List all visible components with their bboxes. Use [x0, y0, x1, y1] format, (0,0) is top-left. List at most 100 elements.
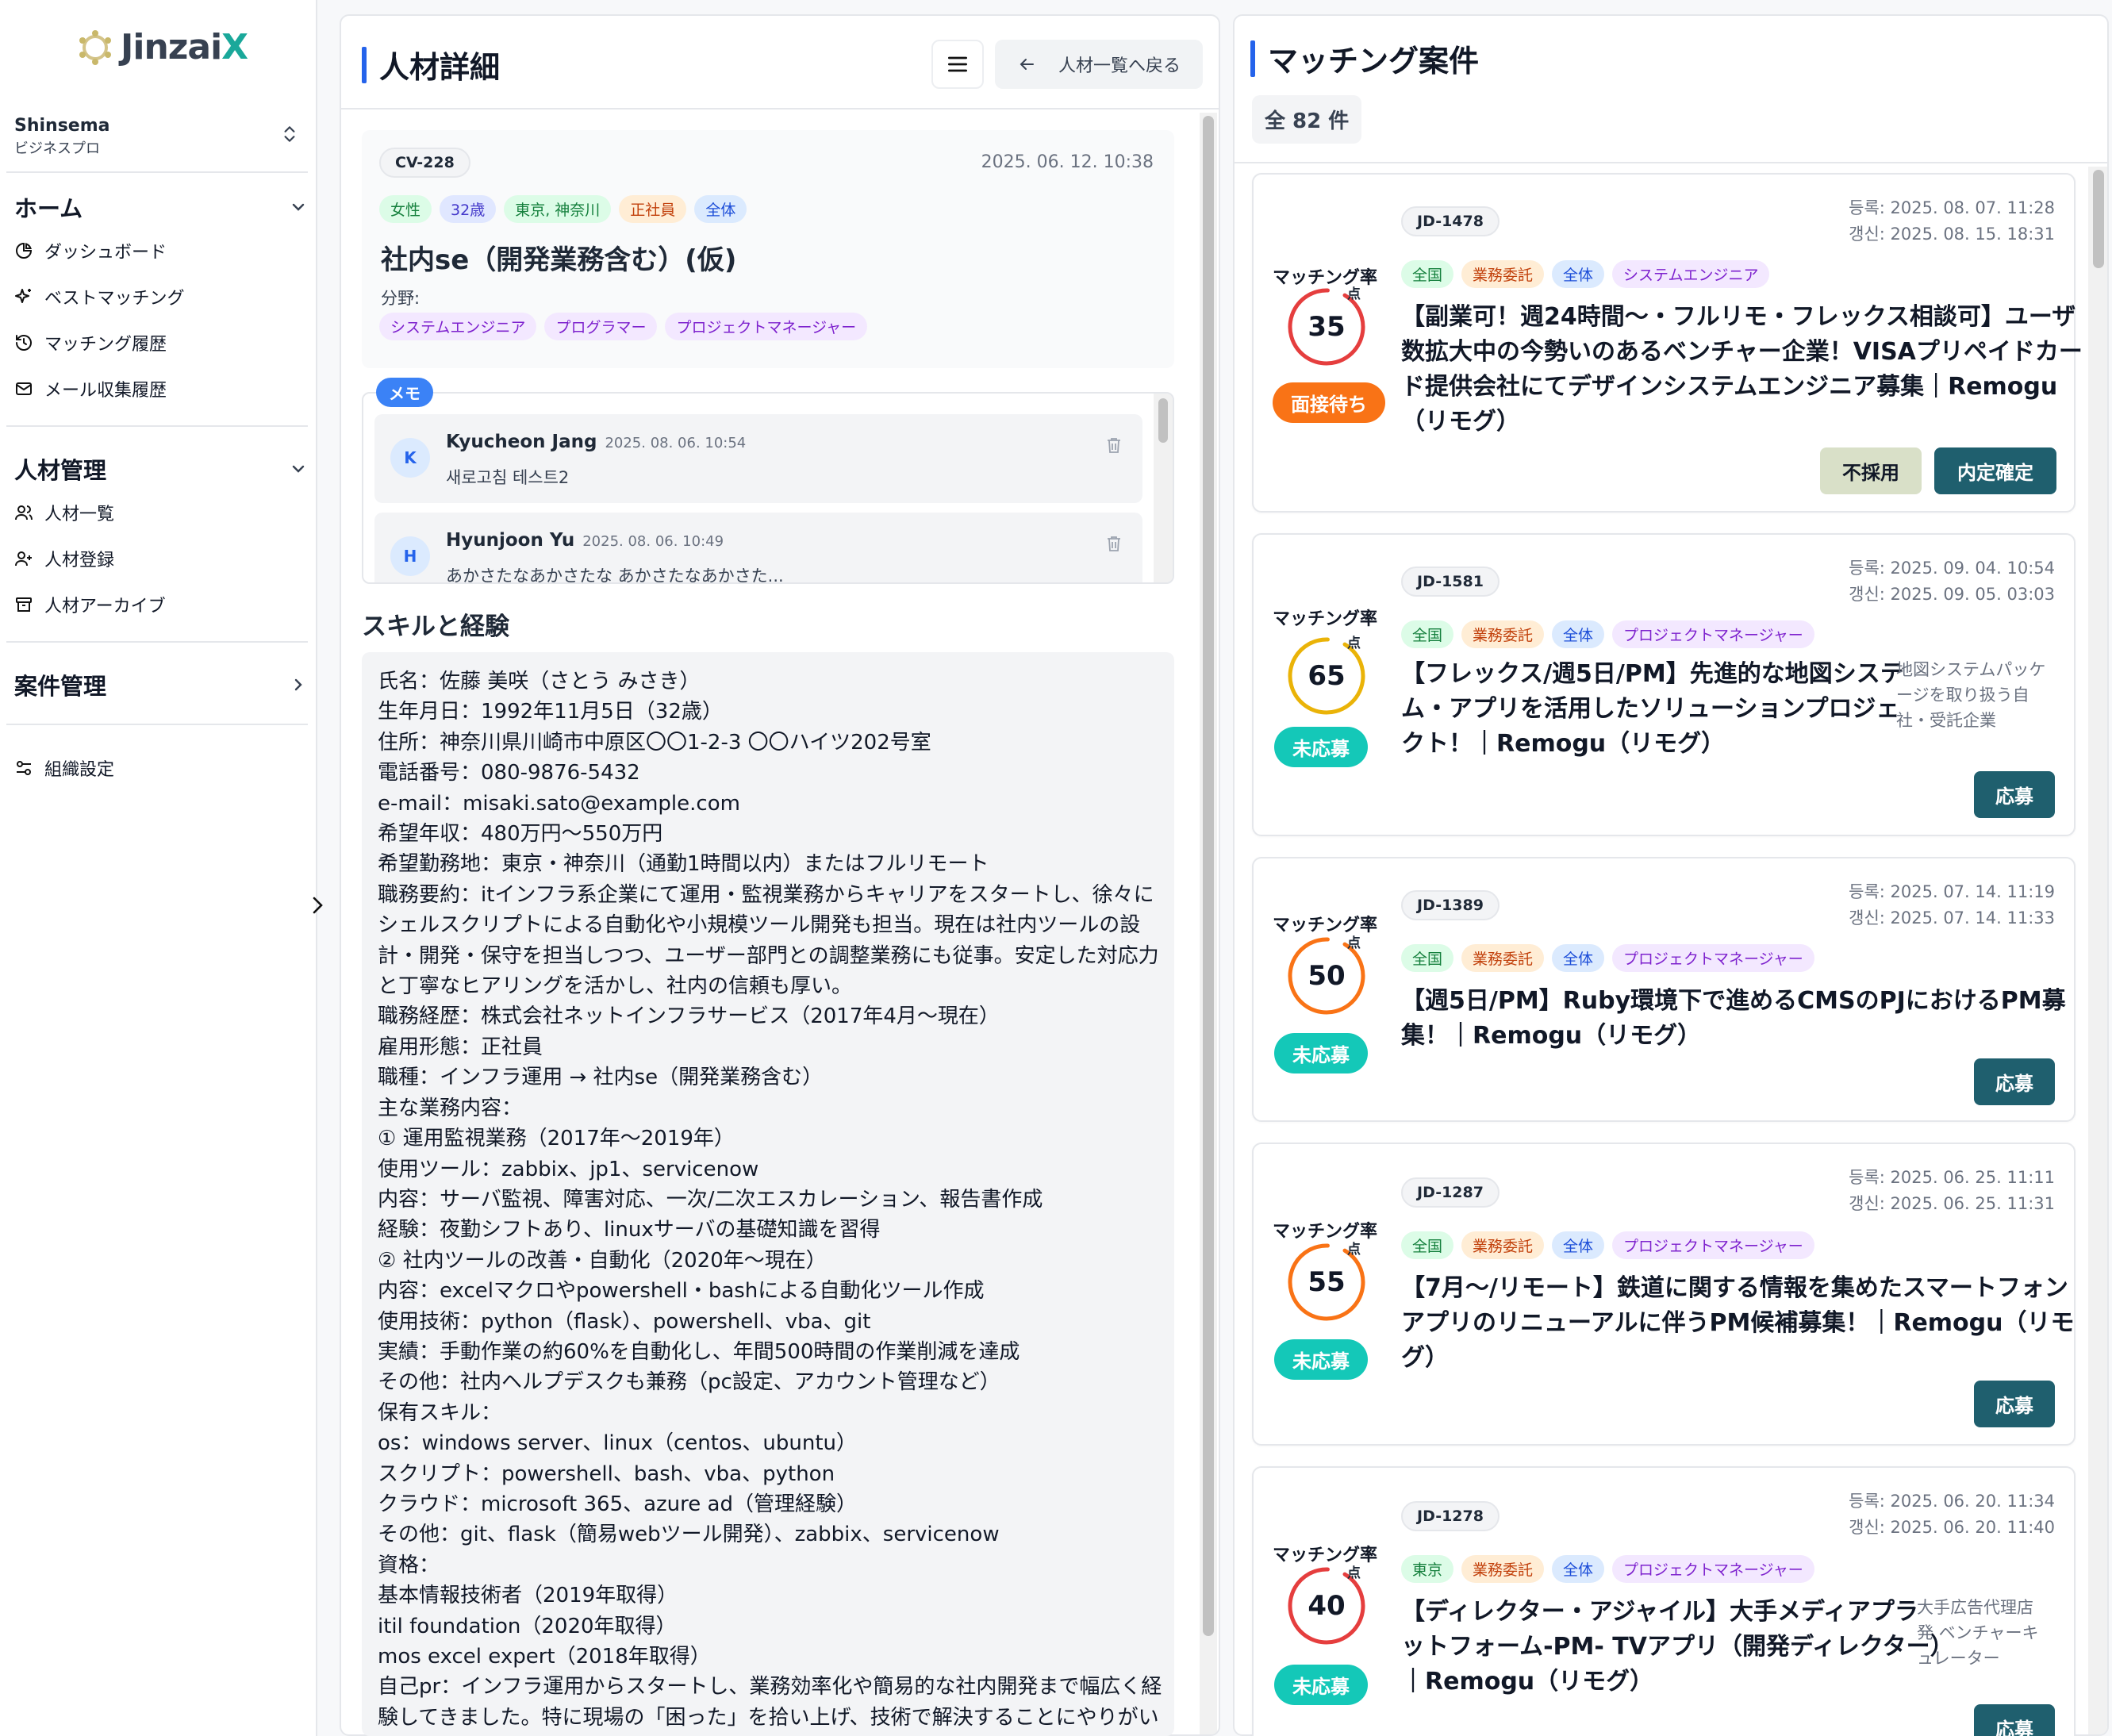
updated-date: 갱신: 2025. 06. 20. 11:40	[1849, 1518, 2055, 1537]
chevron-up-down-icon[interactable]	[279, 124, 300, 144]
job-dates: 등록: 2025. 08. 07. 11:28 갱신: 2025. 08. 15.…	[1849, 195, 2055, 248]
nav-label: ベストマッチング	[44, 289, 185, 309]
memo-author: Kyucheon Jang 2025. 08. 06. 10:54	[446, 432, 747, 452]
section-home[interactable]: ホーム	[14, 190, 308, 224]
nav-label: メール収集履歴	[44, 381, 167, 401]
job-card[interactable]: マッチング率 35 点 面接待ち JD-1478 등록: 2025. 08. 07.…	[1252, 173, 2083, 513]
point-unit: 点	[1347, 1242, 1361, 1258]
job-tags: 全国 業務委託 全体 プロジェクトマネージャー	[1401, 620, 1822, 648]
nav-matching-history[interactable]: マッチング履歴	[14, 330, 167, 355]
nav-talent-register[interactable]: 人材登録	[14, 546, 114, 571]
scrollbar-track[interactable]	[2088, 167, 2107, 1734]
skills-line: 住所：神奈川県川崎市中原区〇〇1-2-3 〇〇ハイツ202号室	[378, 730, 931, 755]
memo-scrollbar-thumb[interactable]	[1158, 398, 1168, 443]
divider	[6, 425, 308, 427]
job-title-line: 集！｜Remogu（リモグ）	[1401, 1022, 1702, 1050]
memo-time: 2025. 08. 06. 10:49	[582, 533, 724, 550]
job-tag: 業務委託	[1461, 1231, 1545, 1259]
job-title-line: （リモグ）	[1401, 408, 1520, 436]
apply-button[interactable]: 応募	[1974, 1381, 2055, 1427]
apply-button[interactable]: 応募	[1974, 1058, 2055, 1105]
sidebar-collapse-icon[interactable]	[308, 892, 327, 919]
menu-button[interactable]	[931, 40, 984, 89]
job-dates: 등록: 2025. 06. 20. 11:34 갱신: 2025. 06. 20.…	[1849, 1488, 2055, 1541]
skills-line: 希望勤務地：東京・神奈川（通勤1時間以内）またはフルリモート	[378, 852, 989, 877]
job-tags: 全国 業務委託 全体 プロジェクトマネージャー	[1401, 944, 1822, 972]
job-tag: 業務委託	[1461, 1555, 1545, 1583]
registered-date: 등록: 2025. 06. 20. 11:34	[1849, 1492, 2055, 1511]
nav-mail-history[interactable]: メール収集履歴	[14, 376, 167, 401]
field-tags: システムエンジニア プログラマー プロジェクトマネージャー	[379, 313, 875, 340]
nav-label: マッチング履歴	[44, 335, 167, 355]
app-logo[interactable]: JinzaiX	[76, 27, 248, 67]
nav-dashboard[interactable]: ダッシュボード	[14, 238, 167, 263]
job-title[interactable]: 【7月〜/リモート】鉄道に関する情報を集めたスマートフォン アプリのリニューアルに…	[1401, 1271, 2075, 1376]
skills-line: 内容：サーバ監視、障害対応、一次/二次エスカレーション、報告書作成	[378, 1187, 1043, 1212]
reject-button[interactable]: 不採用	[1820, 447, 1922, 494]
org-plan: ビジネスプロ	[14, 140, 100, 157]
skills-line: 保有スキル：	[378, 1400, 502, 1425]
trash-icon[interactable]	[1104, 435, 1123, 455]
company-line: 発 ベンチャーキ	[1917, 1623, 2039, 1642]
status-badge: 未応募	[1274, 1339, 1368, 1380]
skills-line: 職種：インフラ運用 → 社内se（開発業務含む）	[378, 1066, 824, 1090]
job-title[interactable]: 【フレックス/週5日/PM】先進的な地図システ ム・アプリを活用したソリューション…	[1401, 657, 1904, 762]
tag-field: システムエンジニア	[379, 313, 537, 340]
settings-sliders-icon	[17, 761, 31, 775]
job-title[interactable]: 【ディレクター・アジャイル】大手メディアプラ ットフォーム-PM- TVアプリ（開…	[1401, 1595, 1954, 1700]
tag-field: プログラマー	[544, 313, 658, 340]
company-description: 大手広告代理店発 ベンチャーキ ュレーター	[1917, 1595, 2038, 1671]
skills-line: 氏名：佐藤 美咲（さとう みさき）	[378, 670, 701, 693]
nav-talent-list[interactable]: 人材一覧	[14, 500, 114, 525]
nav-best-matching[interactable]: ベストマッチング	[14, 284, 184, 309]
company-description: 地図システムパッケ ージを取り扱う自 社・受託企業	[1896, 657, 2045, 733]
nav-org-settings[interactable]: 組織設定	[14, 755, 114, 781]
job-title-line: 【ディレクター・アジャイル】大手メディアプラ	[1401, 1598, 1918, 1626]
job-tag: 東京	[1401, 1555, 1454, 1583]
job-title[interactable]: 【週5日/PM】Ruby環境下で進めるCMSのPJにおけるPM募 集！｜Remog…	[1401, 984, 2066, 1054]
memo-author: Hyunjoon Yu 2025. 08. 06. 10:49	[446, 530, 724, 551]
tag-field: プロジェクトマネージャー	[665, 313, 868, 340]
job-card[interactable]: マッチング率 40 点 未応募 JD-1278 등록: 2025. 06. 20. …	[1252, 1466, 2076, 1736]
apply-button[interactable]: 応募	[1974, 1704, 2055, 1736]
point-unit: 点	[1347, 935, 1361, 951]
tag-age: 32歳	[440, 195, 497, 223]
job-tags: 全国 業務委託 全体 システムエンジニア	[1401, 260, 1777, 288]
skills-line: 資格：	[378, 1553, 440, 1577]
status-badge: 面接待ち	[1273, 382, 1385, 423]
job-tag: 業務委託	[1461, 944, 1545, 972]
title-accent-bar	[362, 46, 367, 83]
trash-icon[interactable]	[1104, 533, 1123, 554]
updated-date: 갱신: 2025. 06. 25. 11:31	[1849, 1194, 2055, 1213]
nav-talent-archive[interactable]: 人材アーカイブ	[14, 592, 166, 617]
job-card[interactable]: マッチング率 50 点 未応募 JD-1389 등록: 2025. 07. 14. …	[1252, 857, 2076, 1122]
offer-confirm-button[interactable]: 内定確定	[1934, 447, 2056, 494]
job-title-line: アプリのリニューアルに伴うPM候補募集！｜Remogu（リモ	[1401, 1309, 2075, 1337]
job-title-line: 【7月〜/リモート】鉄道に関する情報を集めたスマートフォン	[1401, 1274, 2068, 1302]
memo-badge: メモ	[376, 378, 433, 407]
job-title-line: ｜Remogu（リモグ）	[1401, 1668, 1654, 1696]
scrollbar-thumb[interactable]	[1203, 116, 1214, 1636]
apply-button[interactable]: 応募	[1974, 771, 2055, 818]
chevron-down-icon	[292, 465, 305, 473]
job-title-line: 数拡大中の今勢いのあるベンチャー企業！VISAプリペイドカー	[1401, 338, 2083, 366]
skills-line: 使用技術：python（flask）、powershell、vba、git	[378, 1309, 871, 1334]
job-card[interactable]: マッチング率 65 点 未応募 JD-1581 등록: 2025. 09. 04. …	[1252, 533, 2076, 836]
org-switcher[interactable]: Shinsema ビジネスプロ	[14, 116, 300, 158]
updated-date: 갱신: 2025. 07. 14. 11:33	[1849, 908, 2055, 928]
skills-line: クラウド：microsoft 365、azure ad（管理経験）	[378, 1492, 857, 1516]
skills-line: シェルスクリプトによる自動化や小規模ツール開発も担当。現在は社内ツールの設	[378, 913, 1141, 938]
job-id: JD-1389	[1401, 890, 1500, 920]
job-card[interactable]: マッチング率 55 点 未応募 JD-1287 등록: 2025. 06. 25. …	[1252, 1143, 2076, 1446]
section-talent[interactable]: 人材管理	[14, 452, 308, 486]
point-unit: 点	[1347, 286, 1361, 302]
matching-score-ring: 50 点	[1285, 935, 1368, 1017]
job-title[interactable]: 【副業可！週24時間〜・フルリモ・フレックス相談可】ユーザ 数拡大中の今勢いのある…	[1401, 300, 2083, 440]
skills-line: 経験：夜勤シフトあり、linuxサーバの基礎知識を習得	[378, 1218, 881, 1242]
page-title: 人材詳細	[362, 43, 500, 86]
back-to-list-button[interactable]: 人材一覧へ戻る	[995, 40, 1203, 89]
avatar: H	[390, 536, 430, 576]
sparkles-icon	[15, 289, 31, 303]
scrollbar-thumb[interactable]	[2093, 170, 2104, 268]
section-projects[interactable]: 案件管理	[14, 668, 308, 701]
